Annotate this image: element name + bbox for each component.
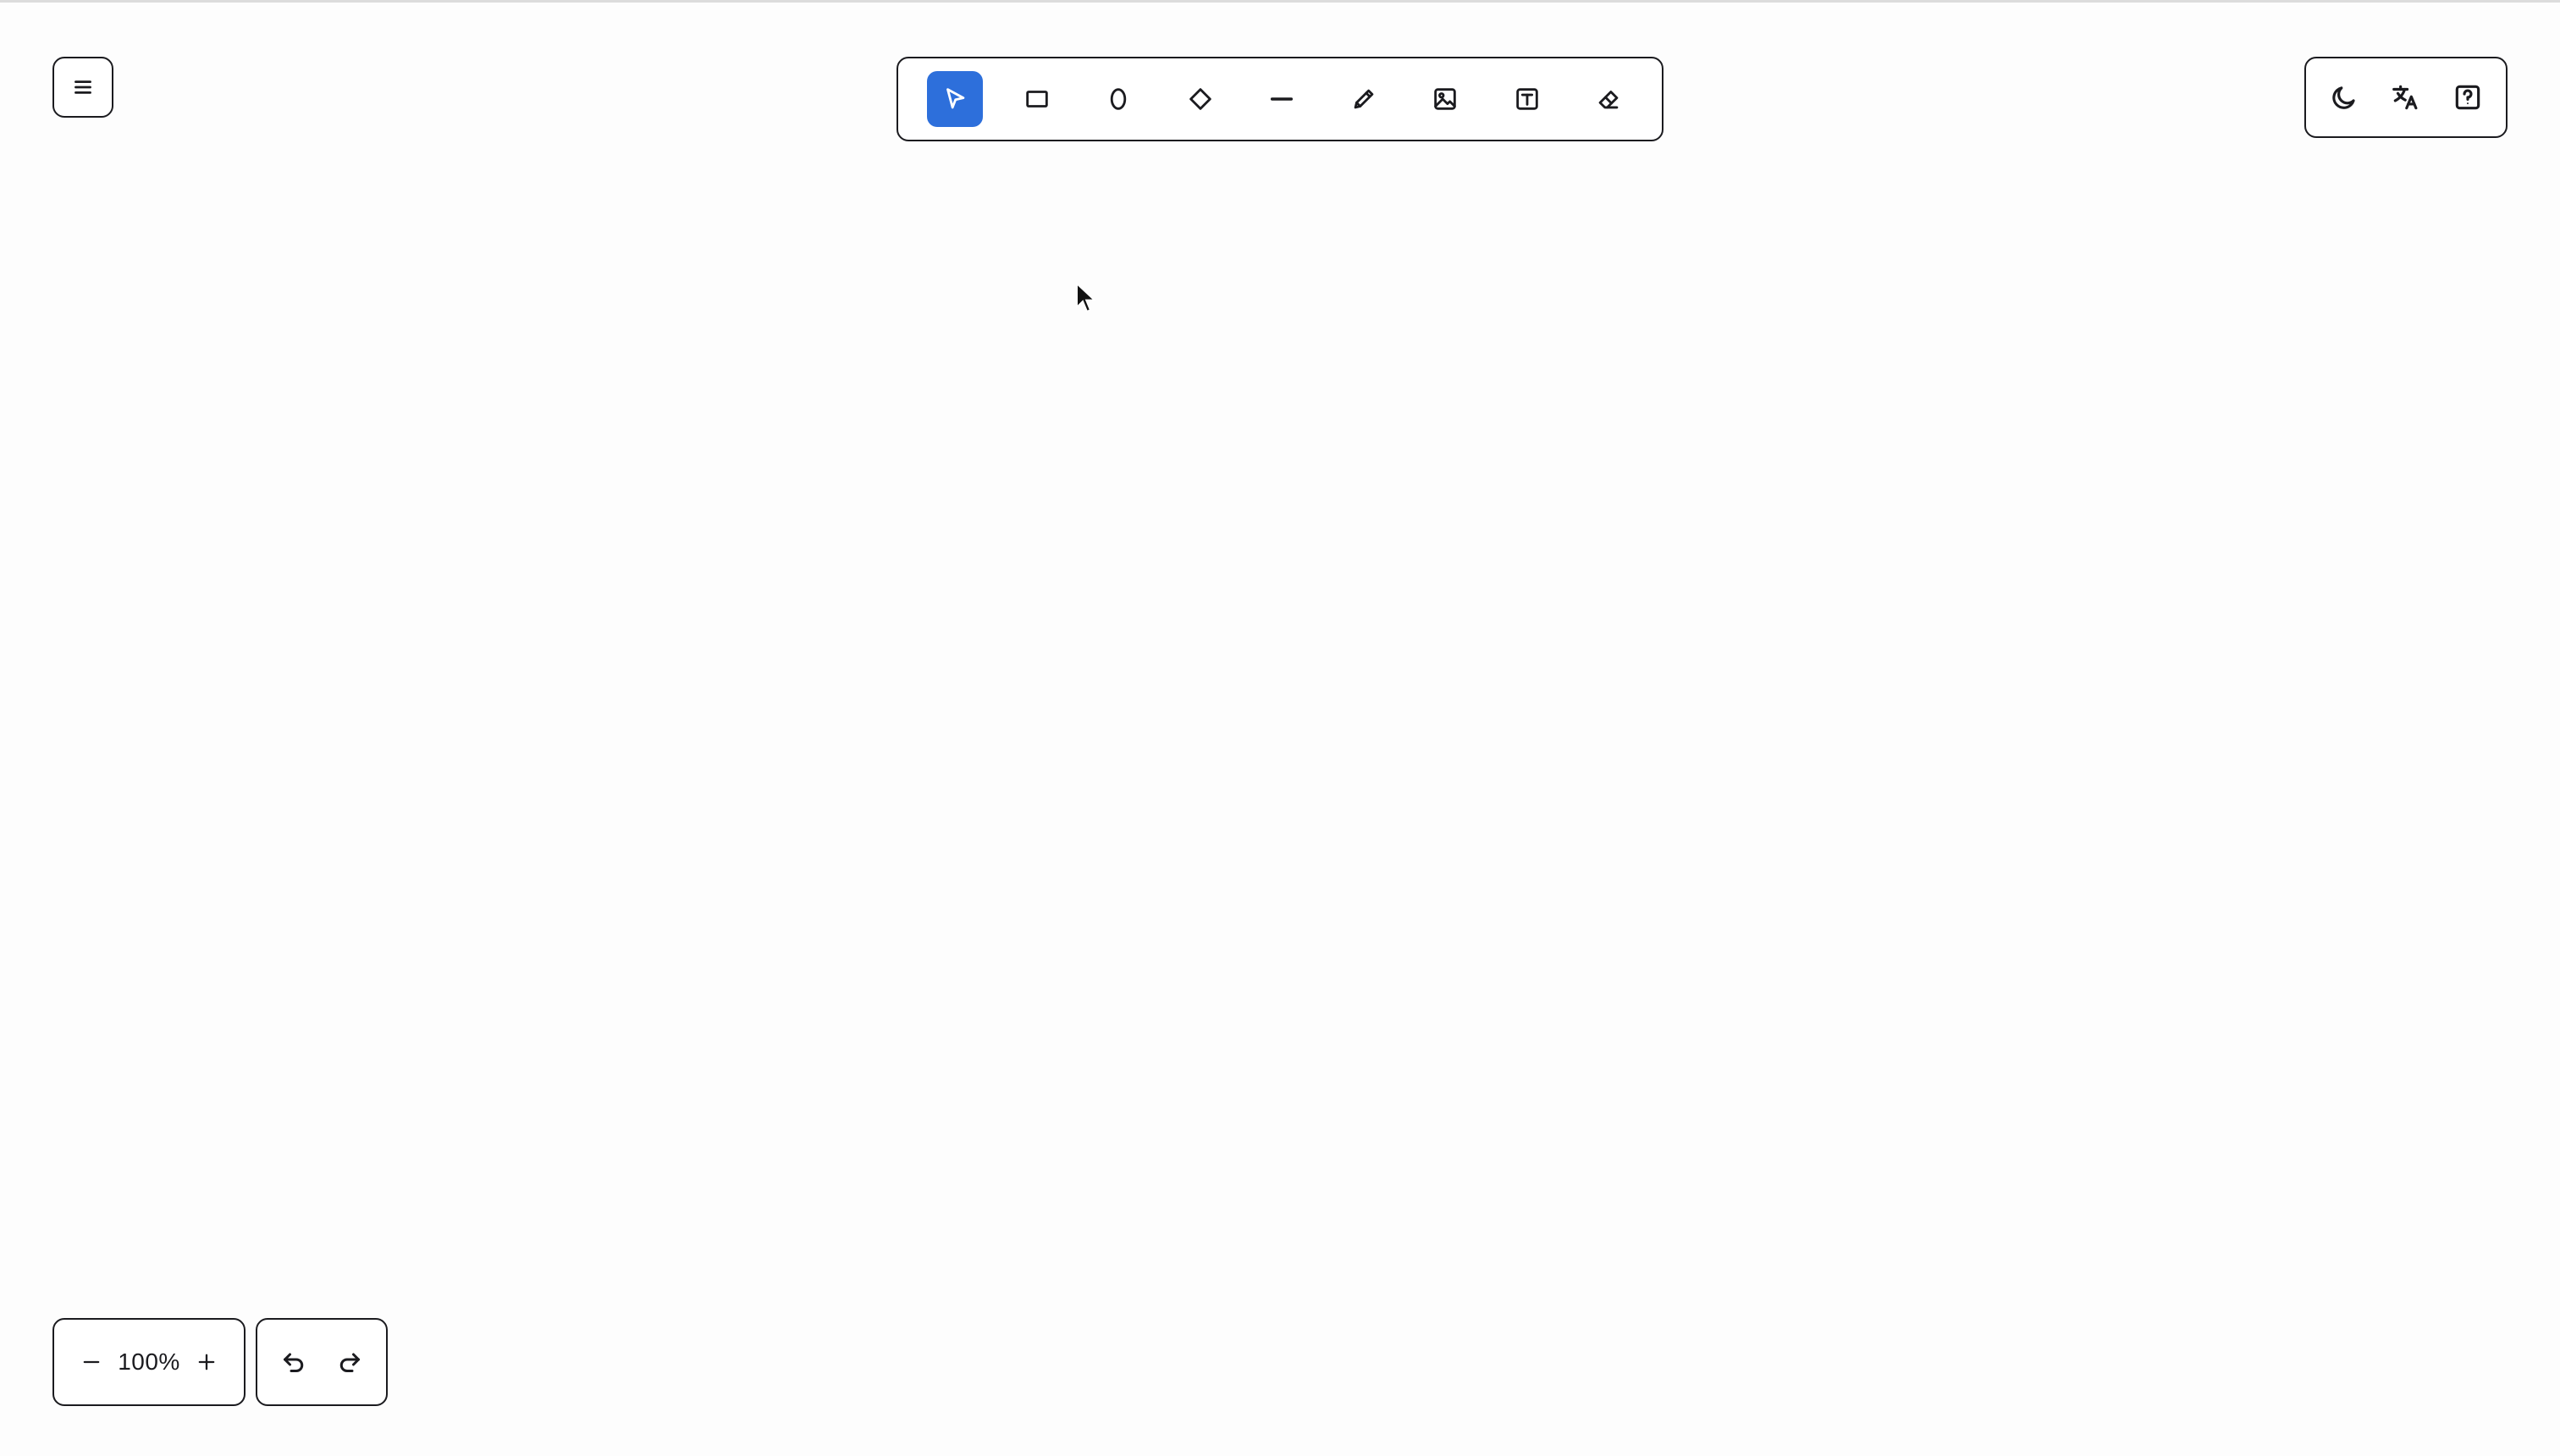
redo-button[interactable] [326, 1338, 373, 1386]
drawing-canvas[interactable]: 100% [0, 0, 2560, 1456]
top-right-controls [2304, 57, 2508, 138]
minus-icon [83, 1360, 100, 1364]
diamond-icon [1189, 88, 1211, 110]
hamburger-menu-icon [74, 80, 91, 94]
pencil-icon [1354, 89, 1373, 109]
eraser-icon [1598, 91, 1619, 109]
zoom-out-button[interactable] [69, 1340, 113, 1384]
undo-icon [284, 1353, 304, 1372]
help-question-icon [2456, 85, 2480, 110]
tool-diamond[interactable] [1172, 71, 1228, 127]
rectangle-icon [1025, 91, 1048, 108]
tool-select[interactable] [927, 71, 983, 127]
moon-icon [2331, 86, 2355, 109]
shape-toolbar [897, 57, 1663, 141]
undo-button[interactable] [270, 1338, 317, 1386]
zoom-in-button[interactable] [185, 1340, 229, 1384]
zoom-controls: 100% [52, 1318, 246, 1406]
theme-toggle-button[interactable] [2319, 72, 2370, 123]
redo-icon [339, 1353, 360, 1372]
tool-image[interactable] [1417, 71, 1473, 127]
tool-pencil[interactable] [1336, 71, 1392, 127]
zoom-level[interactable]: 100% [118, 1348, 180, 1376]
text-box-icon [1515, 88, 1538, 110]
tool-rectangle[interactable] [1009, 71, 1065, 127]
history-controls [256, 1318, 388, 1406]
main-menu-button[interactable] [52, 57, 113, 118]
help-button[interactable] [2442, 72, 2493, 123]
tool-text[interactable] [1499, 71, 1555, 127]
tool-eraser[interactable] [1581, 71, 1636, 127]
pointer-arrow-icon [946, 88, 965, 109]
line-icon [1270, 97, 1294, 101]
ellipse-icon [1110, 88, 1127, 110]
mouse-cursor-icon [1076, 282, 1097, 313]
tool-ellipse[interactable] [1090, 71, 1146, 127]
translate-icon [2392, 85, 2418, 110]
plus-icon [198, 1354, 215, 1371]
language-button[interactable] [2381, 72, 2431, 123]
tool-line[interactable] [1254, 71, 1310, 127]
image-icon [1434, 88, 1456, 110]
